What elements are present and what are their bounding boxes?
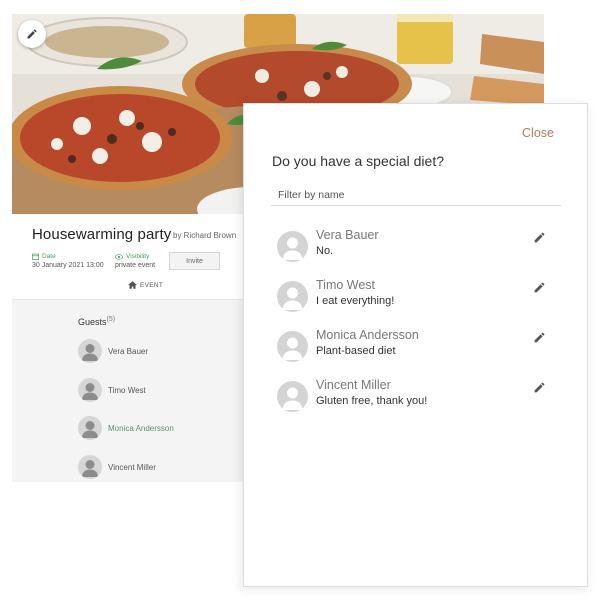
event-host: by Richard Brown [173, 231, 237, 240]
avatar [78, 455, 102, 479]
pencil-icon [534, 382, 544, 392]
guest-name: Timo West [316, 278, 376, 292]
avatar [78, 339, 102, 363]
diet-list-item: Timo West I eat everything! [277, 278, 557, 318]
visibility-label: Visibility [115, 253, 149, 260]
avatar [78, 378, 102, 402]
diet-list-item: Vincent Miller Gluten free, thank you! [277, 378, 557, 418]
person-icon [82, 460, 98, 477]
person-icon [282, 287, 303, 310]
avatar [277, 331, 308, 362]
person-icon [282, 387, 303, 410]
close-button[interactable]: Close [522, 126, 554, 140]
pencil-icon [534, 282, 544, 292]
person-icon [82, 421, 98, 438]
guest-name: Monica Andersson [316, 328, 419, 342]
event-title: Housewarming party [32, 226, 172, 243]
tab-event[interactable]: EVENT [128, 281, 163, 289]
pencil-icon [27, 29, 37, 39]
person-icon [282, 237, 303, 260]
diet-dialog: Close Do you have a special diet? Vera B… [243, 103, 588, 587]
diet-note: I eat everything! [316, 295, 395, 307]
guest-list-item[interactable]: Vera Bauer [78, 338, 148, 364]
calendar-icon [32, 253, 39, 260]
eye-icon [115, 253, 123, 260]
invite-button[interactable]: Invite [169, 252, 220, 270]
person-icon [82, 344, 98, 361]
edit-photo-button[interactable] [18, 20, 46, 48]
person-icon [82, 383, 98, 400]
guest-name: Vera Bauer [316, 228, 379, 242]
diet-note: No. [316, 245, 334, 257]
pencil-icon [534, 232, 544, 242]
guest-name: Timo West [108, 385, 146, 395]
edit-diet-button[interactable] [531, 279, 547, 295]
guests-heading: Guests(5) [78, 316, 116, 327]
guest-name: Vincent Miller [316, 378, 391, 392]
filter-input[interactable] [271, 184, 561, 206]
date-value: 30 January 2021 13:00 [32, 262, 104, 269]
home-icon [128, 281, 137, 289]
guest-list-item[interactable]: Monica Andersson [78, 415, 174, 441]
diet-note: Gluten free, thank you! [316, 395, 428, 407]
avatar [277, 281, 308, 312]
diet-list-item: Monica Andersson Plant-based diet [277, 328, 557, 368]
dialog-title: Do you have a special diet? [272, 153, 444, 169]
pencil-icon [534, 332, 544, 342]
visibility-value: private event [115, 262, 156, 269]
avatar [277, 381, 308, 412]
guest-name: Vera Bauer [108, 346, 149, 356]
edit-diet-button[interactable] [531, 229, 547, 245]
avatar [78, 416, 102, 440]
diet-list-item: Vera Bauer No. [277, 228, 557, 268]
diet-note: Plant-based diet [316, 345, 396, 357]
guest-name: Vincent Miller [108, 462, 156, 472]
edit-diet-button[interactable] [531, 379, 547, 395]
person-icon [282, 337, 303, 360]
guest-name: Monica Andersson [108, 423, 174, 433]
date-label: Date [32, 253, 56, 260]
edit-diet-button[interactable] [531, 329, 547, 345]
guest-list-item[interactable]: Vincent Miller [78, 454, 156, 480]
avatar [277, 231, 308, 262]
guest-list-item[interactable]: Timo West [78, 377, 146, 403]
